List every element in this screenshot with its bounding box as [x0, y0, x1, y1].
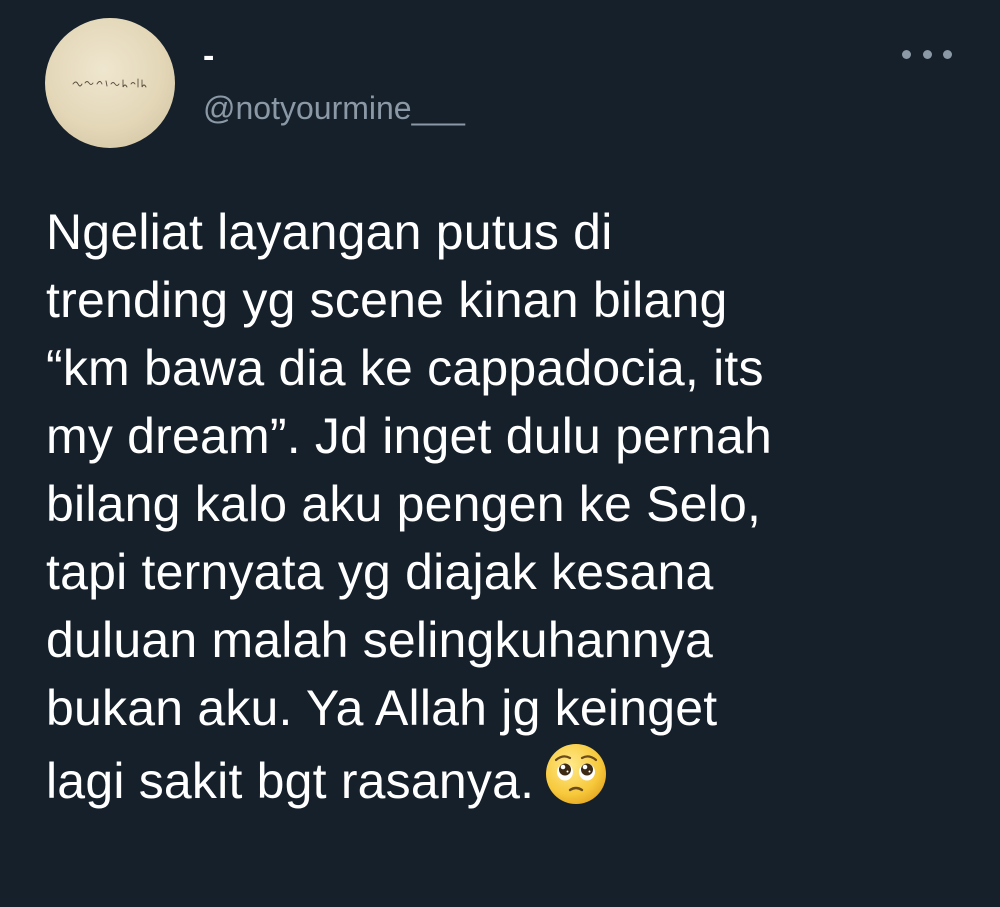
pleading-face-emoji: [546, 744, 607, 804]
more-horizontal-icon-dot: [943, 49, 952, 59]
more-horizontal-icon-dot: [922, 49, 932, 59]
tweet-card: - @notyourmine___ Ngeliat layangan putus…: [0, 0, 1000, 907]
tweet-body: Ngeliat layangan putus di trending yg sc…: [46, 204, 773, 809]
display-name[interactable]: -: [203, 36, 214, 76]
avatar-handwriting: [72, 78, 147, 88]
more-horizontal-icon: [902, 49, 911, 59]
more-options-button[interactable]: [902, 36, 952, 72]
avatar[interactable]: [45, 18, 175, 148]
user-handle[interactable]: @notyourmine___: [203, 88, 465, 128]
tweet-text: Ngeliat layangan putus di trending yg sc…: [46, 198, 966, 815]
